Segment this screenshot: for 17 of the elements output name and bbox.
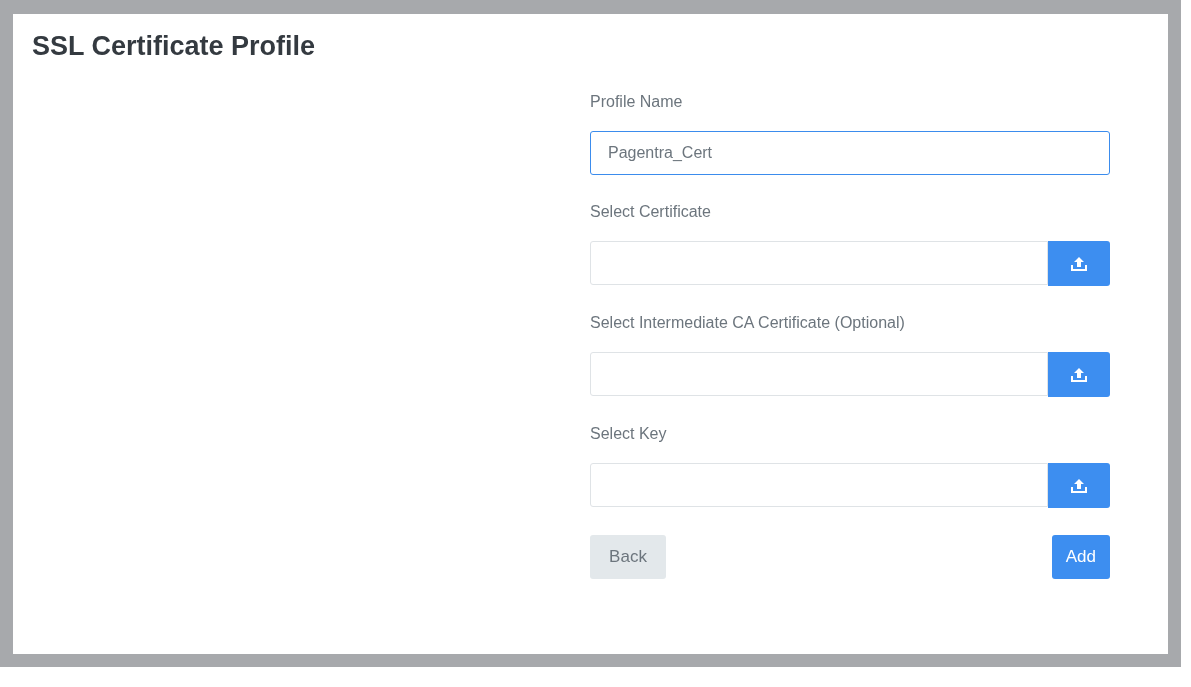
upload-button[interactable] [1048,463,1110,508]
add-button[interactable]: Add [1051,535,1110,579]
file-field[interactable] [590,241,1048,285]
upload-icon [1070,366,1088,383]
field-label: Profile Name [590,92,683,112]
file-field[interactable] [590,352,1048,396]
upload-button[interactable] [1048,352,1110,397]
back-button[interactable]: Back [590,535,666,579]
page-title: SSL Certificate Profile [32,30,316,63]
upload-icon [1070,477,1088,494]
field-label: Select Certificate [590,202,711,222]
input-field[interactable]: Pagentra_Cert [590,131,1110,175]
upload-button[interactable] [1048,241,1110,286]
field-label: Select Key [590,424,667,444]
upload-icon [1070,255,1088,272]
file-field[interactable] [590,463,1048,507]
field-label: Select Intermediate CA Certificate (Optional) [590,313,905,333]
